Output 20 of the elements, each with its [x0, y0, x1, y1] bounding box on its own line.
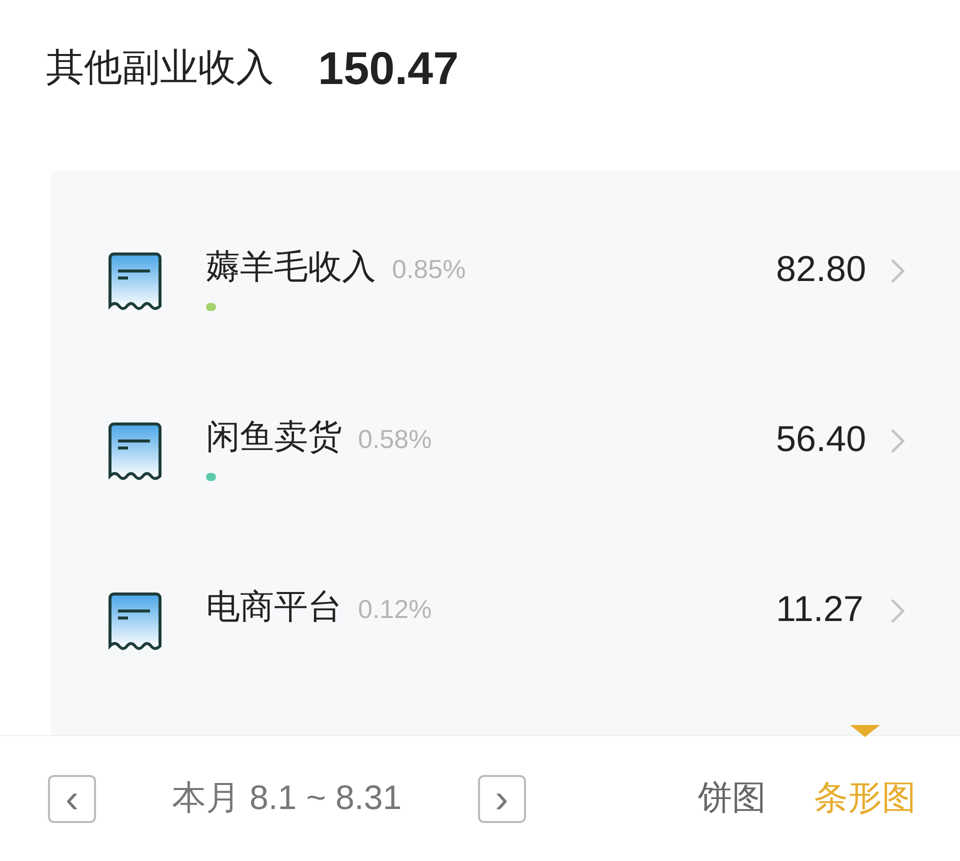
item-name: 闲鱼卖货: [206, 418, 342, 456]
list-row[interactable]: 薅羊毛收入 0.85% 82.80: [50, 242, 960, 412]
list-row[interactable]: 电商平台 0.12% 11.27: [50, 582, 960, 752]
amount: 11.27: [776, 587, 862, 631]
percent-label: 0.85%: [392, 254, 466, 284]
item-name: 电商平台: [206, 588, 342, 626]
receipt-icon: [108, 592, 162, 652]
percent-label: 0.58%: [358, 424, 432, 454]
receipt-icon: [108, 422, 162, 482]
list-row[interactable]: 闲鱼卖货 0.58% 56.40: [50, 412, 960, 582]
receipt-icon: [108, 252, 162, 312]
percent-label: 0.12%: [358, 594, 432, 624]
category-title: 其他副业收入: [46, 46, 274, 91]
prev-button[interactable]: ‹: [48, 774, 96, 822]
total-amount: 150.47: [318, 41, 459, 96]
next-button[interactable]: ›: [478, 774, 526, 822]
item-name: 薅羊毛收入: [206, 248, 376, 286]
period-label: 本月 8.1 ~ 8.31: [172, 778, 402, 819]
view-tab[interactable]: 饼图: [698, 773, 766, 824]
indicator-icon: [850, 725, 880, 737]
